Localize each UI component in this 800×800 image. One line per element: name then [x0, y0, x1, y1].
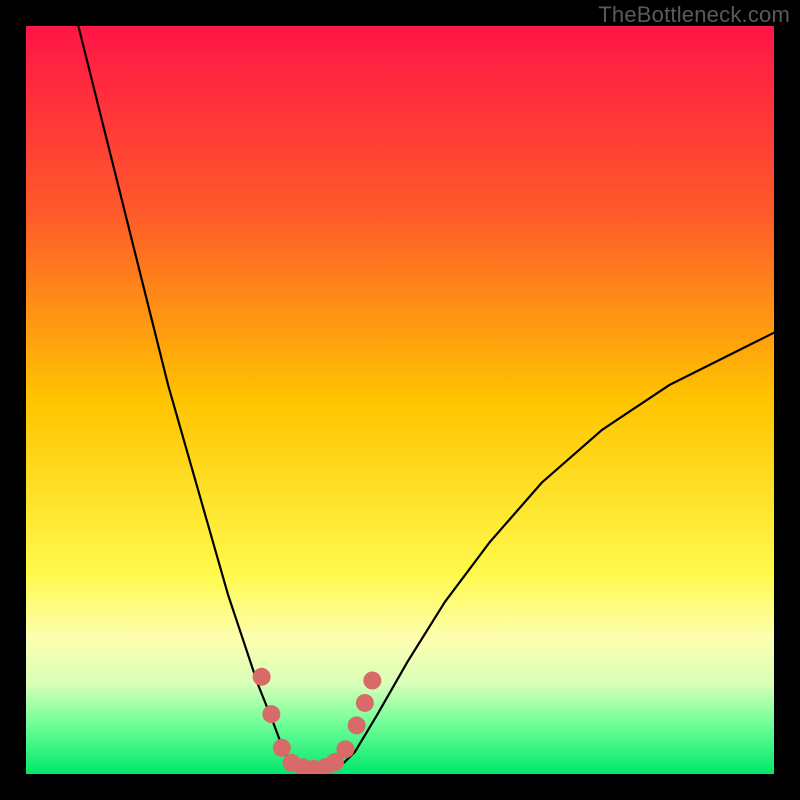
gradient-background: [26, 26, 774, 774]
data-marker: [336, 740, 354, 758]
data-marker: [363, 672, 381, 690]
data-marker: [356, 694, 374, 712]
data-marker: [253, 668, 271, 686]
data-marker: [262, 705, 280, 723]
chart-svg: [26, 26, 774, 774]
data-marker: [273, 739, 291, 757]
data-marker: [348, 716, 366, 734]
plot-area: [26, 26, 774, 774]
watermark-text: TheBottleneck.com: [598, 2, 790, 28]
chart-frame: TheBottleneck.com: [0, 0, 800, 800]
